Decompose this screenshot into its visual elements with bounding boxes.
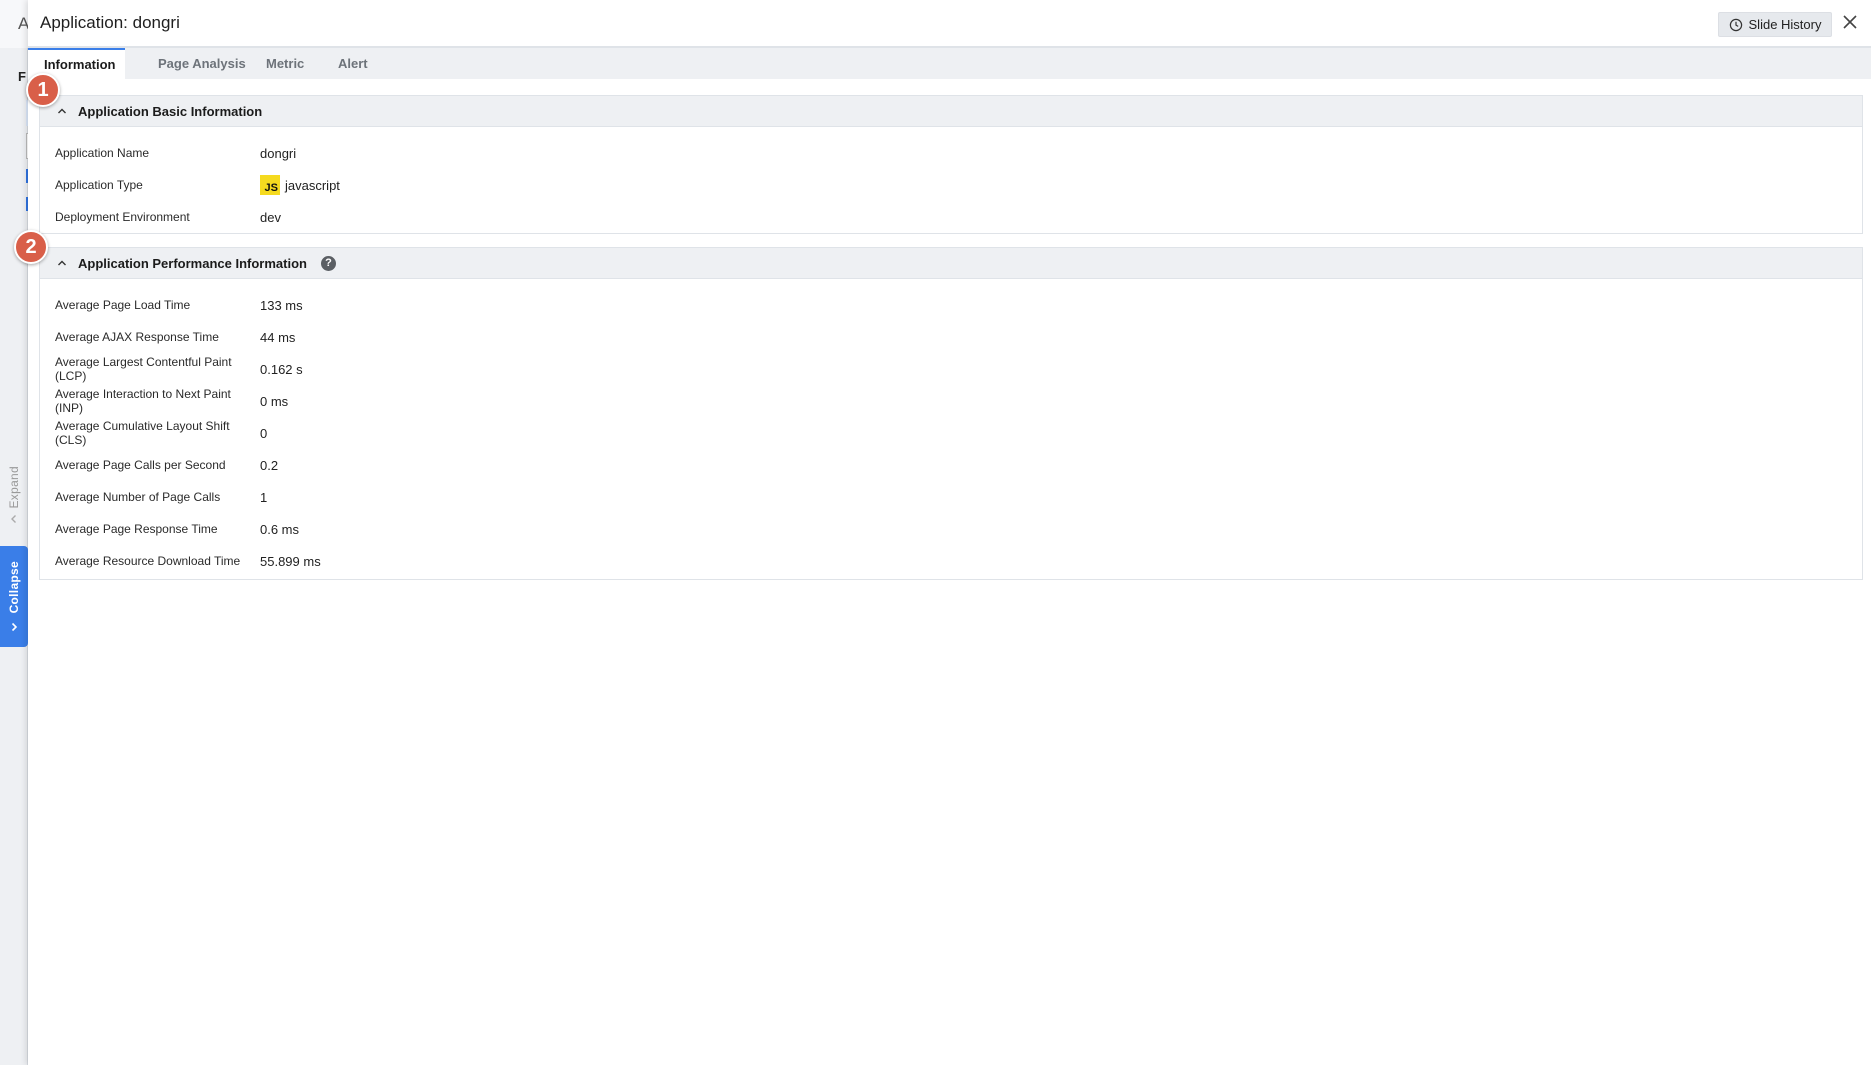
metric-row: Average Interaction to Next Paint (INP) … <box>40 385 1862 417</box>
metric-label: Average AJAX Response Time <box>55 330 219 344</box>
chevron-up-icon <box>58 260 66 266</box>
metric-value: 0 ms <box>260 393 289 409</box>
background-tab-fragment: F <box>18 69 26 84</box>
metric-row: Average Page Load Time 133 ms <box>40 289 1862 321</box>
javascript-icon: JS <box>260 175 280 195</box>
application-type-text: javascript <box>285 177 340 193</box>
metric-row: Average Page Response Time 0.6 ms <box>40 513 1862 545</box>
application-type-label: Application Type <box>55 178 143 192</box>
metric-row: Average AJAX Response Time 44 ms <box>40 321 1862 353</box>
deployment-environment-label: Deployment Environment <box>55 210 190 224</box>
chevron-up-icon <box>58 108 66 114</box>
collapse-tab[interactable]: Collapse <box>0 546 28 647</box>
page-title: Application: dongri <box>40 13 180 32</box>
callout-badge-2: 2 <box>14 230 48 264</box>
metric-value: 0 <box>260 425 268 441</box>
metric-row: Average Resource Download Time 55.899 ms <box>40 545 1862 577</box>
metric-label: Average Page Load Time <box>55 298 191 312</box>
performance-info-section: Application Performance Information ? Av… <box>39 247 1863 580</box>
panel-header: Application: dongri Slide History <box>28 0 1871 48</box>
callout-badge-1: 1 <box>26 73 60 107</box>
metric-label: Average Resource Download Time <box>55 554 241 568</box>
info-row: Deployment Environment dev <box>40 201 1862 233</box>
metric-value: 55.899 ms <box>260 553 321 569</box>
close-icon[interactable] <box>1840 12 1860 32</box>
metric-row: Average Number of Page Calls 1 <box>40 481 1862 513</box>
deployment-environment-value: dev <box>260 209 281 225</box>
slide-history-label: Slide History <box>1748 17 1822 32</box>
tab-bar: Information Page Analysis Metric Alert <box>28 48 1871 79</box>
performance-info-title: Application Performance Information <box>78 255 307 271</box>
metric-value: 1 <box>260 489 268 505</box>
tab-page-analysis[interactable]: Page Analysis <box>142 48 262 79</box>
expand-label: Expand <box>7 465 21 509</box>
metric-label: Average Largest Contentful Paint (LCP) <box>55 355 232 383</box>
metric-row: Average Cumulative Layout Shift (CLS) 0 <box>40 417 1862 449</box>
performance-info-header[interactable]: Application Performance Information ? <box>40 248 1862 279</box>
application-type-value: JS javascript <box>260 175 340 195</box>
collapse-label: Collapse <box>7 561 21 614</box>
basic-info-title: Application Basic Information <box>78 103 263 119</box>
metric-value: 0.162 s <box>260 361 303 377</box>
metric-label: Average Cumulative Layout Shift (CLS) <box>55 419 230 447</box>
metric-value: 0.6 ms <box>260 521 300 537</box>
info-row: Application Name dongri <box>40 137 1862 169</box>
metric-label: Average Page Calls per Second <box>55 458 226 472</box>
chevron-right-icon <box>11 622 18 631</box>
application-name-value: dongri <box>260 145 297 161</box>
metric-label: Average Page Response Time <box>55 522 218 536</box>
clock-icon <box>1729 18 1742 31</box>
basic-info-section: Application Basic Information Applicatio… <box>39 95 1863 234</box>
tab-alert[interactable]: Alert <box>322 48 384 79</box>
metric-label: Average Number of Page Calls <box>55 490 221 504</box>
metric-label: Average Interaction to Next Paint (INP) <box>55 387 231 415</box>
info-row: Application Type JS javascript <box>40 169 1862 201</box>
slide-history-button[interactable]: Slide History <box>1718 12 1832 37</box>
metric-row: Average Page Calls per Second 0.2 <box>40 449 1862 481</box>
tab-metric[interactable]: Metric <box>250 48 320 79</box>
basic-info-header[interactable]: Application Basic Information <box>40 96 1862 127</box>
metric-row: Average Largest Contentful Paint (LCP) 0… <box>40 353 1862 385</box>
help-icon[interactable]: ? <box>320 255 336 271</box>
metric-value: 133 ms <box>260 297 303 313</box>
metric-value: 44 ms <box>260 329 296 345</box>
application-name-label: Application Name <box>55 146 150 160</box>
expand-tab[interactable]: Expand <box>0 445 28 545</box>
chevron-left-icon <box>11 515 16 524</box>
metric-value: 0.2 <box>260 457 279 473</box>
application-detail-panel: Application: dongri Slide History Inform… <box>28 0 1871 1065</box>
